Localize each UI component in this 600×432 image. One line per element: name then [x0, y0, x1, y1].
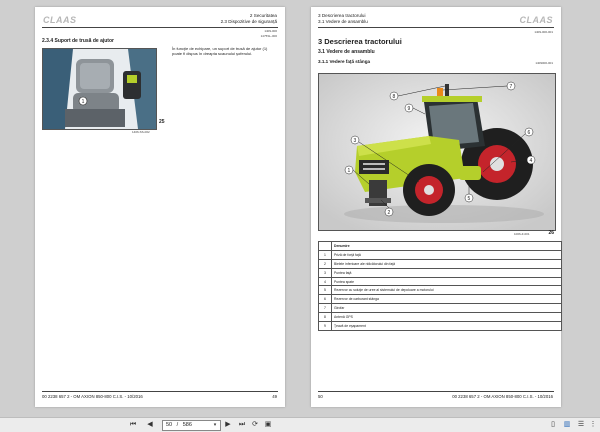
svg-text:8: 8 — [393, 94, 396, 100]
chapter-title: 3 Descrierea tractorului — [318, 37, 402, 46]
svg-text:2: 2 — [388, 210, 391, 216]
header-section: 2.3 Dispozitive de siguranță — [220, 18, 277, 24]
tractor-illustration: 1 2 3 4 5 6 7 8 9 — [319, 74, 555, 230]
svg-text:5: 5 — [468, 196, 471, 202]
footer-doc-id: 00 2238 657 2 - OM AXION 850-800 C.I.S. … — [452, 394, 553, 399]
figure-tractor: 1 2 3 4 5 6 7 8 9 — [318, 73, 556, 231]
figure-ref: 1406-SS-002 — [132, 130, 150, 134]
row-index: 1 — [318, 249, 332, 260]
claas-logo: CLAAS — [43, 15, 77, 25]
row-label: Rezervor de carburant stânga — [331, 294, 562, 305]
figure-number: 25 — [159, 119, 165, 125]
section-title: 3.1 Vedere de ansamblu — [318, 49, 375, 55]
svg-text:1: 1 — [348, 168, 351, 174]
row-label: Puntea faţă — [331, 267, 562, 278]
row-label: Girofar — [331, 303, 562, 314]
table-row: 3 Puntea faţă — [318, 267, 562, 278]
page-separator: / — [176, 422, 179, 428]
prev-page-icon[interactable]: ◀ — [145, 420, 155, 430]
footer-page-number: 49 — [272, 394, 277, 399]
row-index: 8 — [318, 312, 332, 323]
header-chapter: 3 Descrierea tractorului — [318, 13, 366, 18]
row-label: Priză de forţă faţă — [331, 249, 562, 260]
total-pages: 586 — [182, 422, 192, 428]
document-page-right: 3 Descrierea tractorului 3.1 Vedere de a… — [311, 7, 562, 407]
page-header-left: 2 Securitatea 2.3 Dispozitive de siguran… — [221, 13, 277, 24]
row-index: 7 — [318, 303, 332, 314]
current-page-input[interactable]: 50 — [163, 422, 172, 428]
svg-text:6: 6 — [528, 130, 531, 136]
claas-logo: CLAAS — [519, 15, 553, 25]
row-index: 2 — [318, 258, 332, 269]
first-page-icon[interactable]: ⏮ — [128, 420, 138, 430]
figure-callout: 1 — [82, 99, 85, 105]
figure-cab-interior: 1 — [42, 48, 157, 130]
row-index: 3 — [318, 267, 332, 278]
footer-page-number: 50 — [318, 394, 323, 399]
table-row: 2 Bielele inferioare ale ridicătorului di… — [318, 258, 562, 269]
parts-table: Denumire 1 Priză de forţă faţă 2 Bielele i… — [318, 241, 562, 331]
rotate-icon[interactable]: ⟳ — [250, 420, 260, 430]
page-dropdown-icon[interactable]: ▾ — [211, 420, 219, 430]
row-index: 4 — [318, 276, 332, 287]
table-row: 9 Ţeavă de eşapament — [318, 321, 562, 331]
header-rule — [42, 27, 278, 28]
section-title: 2.3.4 Suport de trusă de ajutor — [42, 38, 114, 44]
viewer-toolbar: ⏮ ◀ 50 / 586 ▾ ▶ ⏭ ⟳ ▣ ▯ ▥ ☰ ⋮ — [0, 417, 600, 432]
subsection-title: 3.1.1 Vedere faţă stânga — [318, 59, 371, 64]
table-row: 1 Priză de forţă faţă — [318, 249, 562, 260]
footer-rule — [42, 391, 278, 392]
cab-seat-illustration: 1 — [43, 49, 156, 129]
continuous-view-icon[interactable]: ☰ — [576, 420, 586, 430]
footer-doc-id: 00 2238 657 2 - OM AXION 850-800 C.I.S. … — [42, 394, 143, 399]
row-label: Ţeavă de eşapament — [331, 321, 562, 331]
document-page-left: CLAAS 2 Securitatea 2.3 Dispozitive de s… — [35, 7, 285, 407]
two-page-view-icon[interactable]: ▥ — [562, 420, 572, 430]
svg-text:7: 7 — [510, 84, 513, 90]
table-row: 5 Rezervor cu soluţie de uree al sistemul… — [318, 285, 562, 296]
table-header-index — [318, 241, 332, 251]
table-row: 8 Antenă GPS — [318, 312, 562, 323]
ref-code: 1409-000-001 — [534, 30, 553, 34]
ref-code: 1409-000 — [264, 29, 277, 33]
row-label: Puntea spate — [331, 276, 562, 287]
figure-number: 26 — [548, 230, 554, 236]
figure-ref: 1006-Z-001 — [514, 232, 530, 236]
menu-icon[interactable]: ⋮ — [588, 420, 598, 430]
table-row: 4 Puntea spate — [318, 276, 562, 287]
page-header-right: 3 Descrierea tractorului 3.1 Vedere de a… — [318, 13, 368, 24]
row-index: 9 — [318, 321, 332, 331]
svg-text:3: 3 — [354, 138, 357, 144]
header-section: 3.1 Vedere de ansamblu — [318, 18, 368, 24]
last-page-icon[interactable]: ⏭ — [237, 420, 247, 430]
single-page-view-icon[interactable]: ▯ — [548, 420, 558, 430]
table-row: 7 Girofar — [318, 303, 562, 314]
table-header-row: Denumire — [318, 241, 562, 251]
row-index: 5 — [318, 285, 332, 296]
svg-text:4: 4 — [530, 158, 533, 164]
table-header-name: Denumire — [331, 241, 562, 251]
next-page-icon[interactable]: ▶ — [223, 420, 233, 430]
ref-code: 1475SL-000 — [260, 34, 277, 38]
row-label: Bielele inferioare ale ridicătorului din… — [331, 258, 562, 269]
fit-page-icon[interactable]: ▣ — [263, 420, 273, 430]
row-label: Antenă GPS — [331, 312, 562, 323]
ref-code: 1409000-001 — [535, 61, 553, 65]
section-paragraph: În funcţie de echipare, un suport de tru… — [172, 46, 268, 57]
header-rule — [318, 27, 554, 28]
footer-rule — [318, 391, 554, 392]
svg-text:9: 9 — [408, 106, 411, 112]
row-index: 6 — [318, 294, 332, 305]
table-row: 6 Rezervor de carburant stânga — [318, 294, 562, 305]
row-label: Rezervor cu soluţie de uree al sistemulu… — [331, 285, 562, 296]
